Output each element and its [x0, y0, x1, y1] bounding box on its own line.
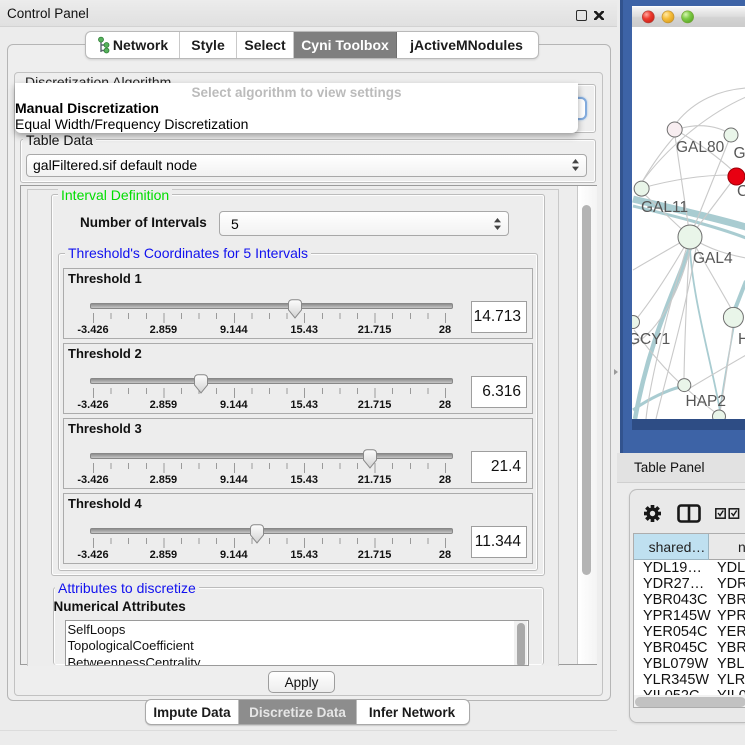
svg-text:C: C [737, 183, 745, 200]
svg-text:GAL80: GAL80 [676, 139, 725, 156]
svg-text:GAL11: GAL11 [641, 199, 688, 216]
svg-text:G.: G. [734, 145, 745, 162]
svg-text:GCY1: GCY1 [628, 331, 670, 348]
svg-text:H: H [738, 331, 745, 348]
svg-text:HAP2: HAP2 [686, 393, 727, 410]
svg-text:GAL4: GAL4 [693, 250, 733, 267]
